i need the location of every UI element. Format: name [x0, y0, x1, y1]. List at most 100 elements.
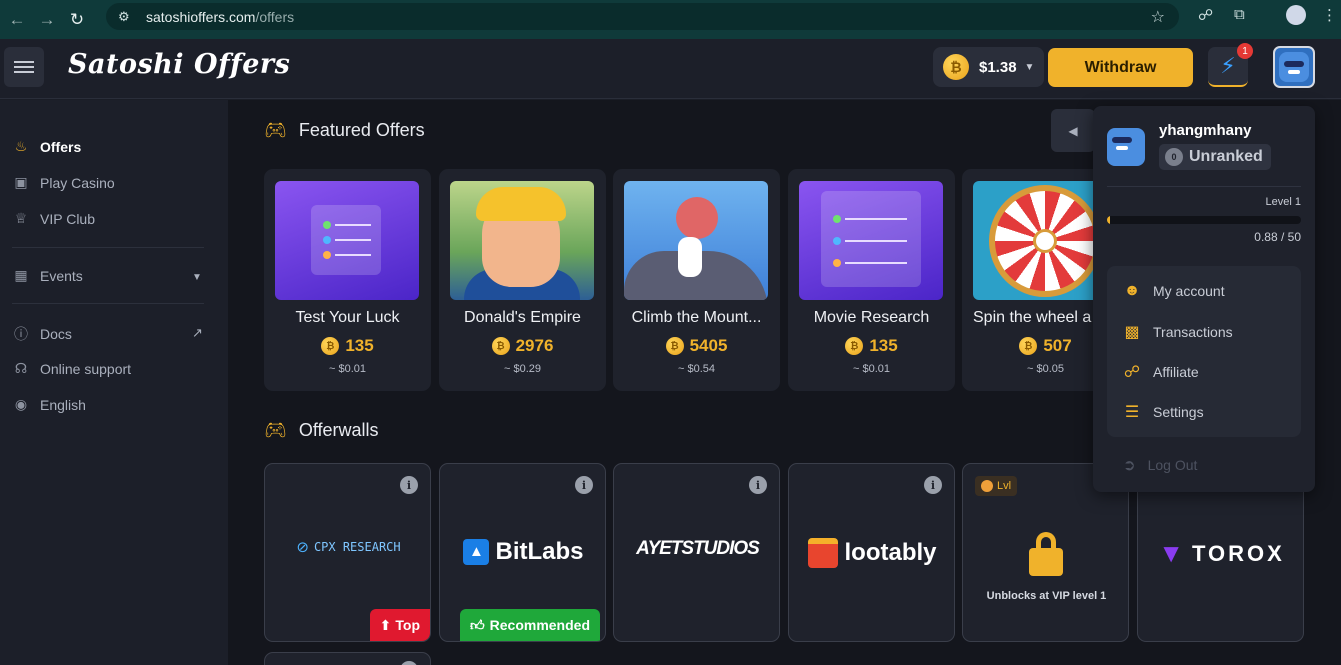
- lock-icon: [1029, 532, 1063, 576]
- menu-item-transactions[interactable]: ▩ Transactions: [1121, 322, 1232, 342]
- offer-image: [799, 181, 943, 300]
- sidebar-item-label: English: [40, 396, 86, 413]
- offer-usd-value: ~ $0.01: [852, 363, 890, 375]
- menu-item-affiliate[interactable]: ☍ Affiliate: [1121, 362, 1199, 382]
- sidebar-toggle-button[interactable]: [4, 47, 44, 87]
- boost-button[interactable]: ⚡ 1: [1208, 43, 1253, 87]
- rank-badge: 0 Unranked: [1159, 144, 1271, 170]
- top-tag: ⬆ Top: [369, 609, 430, 641]
- address-bar[interactable]: ⚙ satoshioffers.com/offers ☆: [106, 3, 1179, 30]
- offerwall-card-bitlabs[interactable]: i ▲ BitLabs 👍︎ Recommended: [439, 463, 606, 642]
- offerwall-card-lootably[interactable]: i lootably: [788, 463, 955, 642]
- sidebar-item-label: Offers: [40, 138, 82, 155]
- info-icon[interactable]: i: [400, 476, 418, 494]
- offerwall-card[interactable]: i: [264, 652, 431, 665]
- reload-button[interactable]: ↻: [64, 7, 90, 33]
- forward-button[interactable]: →: [34, 7, 60, 33]
- offer-image: [275, 181, 419, 300]
- sidebar-item-language[interactable]: ◉ English: [12, 396, 86, 413]
- menu-item-my-account[interactable]: ☻ My account: [1121, 282, 1225, 300]
- withdraw-button[interactable]: Withdraw: [1048, 48, 1193, 87]
- browser-profile-avatar[interactable]: [1286, 5, 1306, 25]
- offerwall-logo: ▲ BitLabs: [440, 538, 605, 566]
- gift-box-icon: [808, 538, 839, 568]
- bookmark-star-icon[interactable]: ☆: [1151, 7, 1165, 27]
- rank-icon: 0: [1165, 148, 1183, 166]
- arrow-up-circle-icon: ⬆: [379, 616, 392, 633]
- carousel-prev-button[interactable]: ◀: [1051, 109, 1095, 152]
- offer-name: Donald's Empire: [464, 309, 581, 326]
- profile-avatar-button[interactable]: [1273, 46, 1315, 88]
- site-settings-icon[interactable]: ⚙: [118, 9, 140, 25]
- sidebar-item-play-casino[interactable]: ▣ Play Casino: [12, 174, 115, 191]
- extension-link-icon[interactable]: ☍: [1198, 6, 1213, 24]
- offer-image: [624, 181, 768, 300]
- coin-icon: ₿: [845, 337, 864, 355]
- site-logo[interactable]: Satoshi Offers: [68, 49, 290, 80]
- extensions-puzzle-icon[interactable]: ⧉: [1234, 6, 1245, 23]
- chevron-left-icon: ◀: [1068, 123, 1078, 138]
- dropdown-divider: [1107, 186, 1301, 187]
- external-link-icon: ↗: [192, 325, 203, 340]
- coin-icon: ₿: [943, 54, 969, 80]
- gamepad-icon: 🎮︎: [264, 120, 287, 140]
- crown-icon: ♕: [14, 210, 28, 226]
- sidebar-item-label: Play Casino: [40, 174, 115, 191]
- sliders-icon: ☰: [1124, 404, 1140, 421]
- share-icon: ☍: [1123, 364, 1141, 381]
- offer-name: Test Your Luck: [295, 309, 400, 326]
- info-icon[interactable]: i: [749, 476, 767, 494]
- flame-icon: ♨: [14, 138, 28, 154]
- info-icon[interactable]: i: [575, 476, 593, 494]
- offer-usd-value: ~ $0.29: [503, 363, 541, 375]
- sidebar-item-label: Docs: [40, 326, 72, 342]
- offer-card[interactable]: Donald's Empire ₿ 2976 ~ $0.29: [439, 169, 606, 391]
- offerwall-logo: ⊘ CPX RESEARCH: [296, 539, 401, 556]
- sidebar: ♨ Offers ▣ Play Casino ♕ VIP Club ▦ Even…: [0, 100, 228, 665]
- sidebar-item-label: VIP Club: [40, 210, 95, 227]
- level-label: Level 1: [1265, 196, 1301, 208]
- globe-icon: ◉: [14, 396, 28, 412]
- coin-icon: ₿: [491, 337, 510, 355]
- menu-item-settings[interactable]: ☰ Settings: [1121, 402, 1204, 422]
- offer-usd-value: ~ $0.01: [328, 363, 366, 375]
- sidebar-item-docs[interactable]: ⓘ Docs: [12, 324, 72, 344]
- offer-card[interactable]: Test Your Luck ₿ 135 ~ $0.01: [264, 169, 431, 391]
- back-button[interactable]: ←: [4, 7, 30, 33]
- offer-card[interactable]: Climb the Mount... ₿ 5405 ~ $0.54: [613, 169, 780, 391]
- chevron-down-icon: ▼: [1024, 61, 1035, 73]
- offerwall-card-ayetstudios[interactable]: i AYETSTUDIOS: [613, 463, 780, 642]
- headset-icon: ☊: [14, 360, 28, 376]
- events-chevron-down-icon[interactable]: ▼: [192, 272, 202, 283]
- xp-progress-bar: [1107, 216, 1301, 224]
- sidebar-divider: [12, 303, 204, 304]
- user-icon: ☻: [1123, 282, 1141, 299]
- browser-menu-icon[interactable]: ⋮: [1322, 6, 1337, 24]
- sidebar-item-label: Online support: [40, 360, 132, 377]
- browser-toolbar: ← → ↻ ⚙ satoshioffers.com/offers ☆ ☍ ⧉ ⋮: [0, 0, 1341, 39]
- offer-card[interactable]: Movie Research ₿ 135 ~ $0.01: [788, 169, 955, 391]
- info-icon[interactable]: i: [924, 476, 942, 494]
- logout-button[interactable]: ➲ Log Out: [1123, 456, 1197, 474]
- collapse-menu-icon: [14, 58, 34, 76]
- info-icon[interactable]: i: [400, 661, 418, 665]
- coin-icon: ₿: [321, 337, 340, 355]
- notification-badge: 1: [1237, 43, 1253, 59]
- offerwall-logo: ▼ TOROX: [1158, 538, 1285, 568]
- offer-name: Movie Research: [813, 309, 930, 326]
- sidebar-item-events[interactable]: ▦ Events: [12, 267, 82, 284]
- offerwalls-heading: 🎮︎ Offerwalls: [264, 420, 379, 441]
- offerwall-logo: AYETSTUDIOS: [636, 538, 760, 559]
- avatar: [1279, 52, 1309, 82]
- sidebar-item-offers[interactable]: ♨ Offers: [12, 138, 82, 155]
- sidebar-item-online-support[interactable]: ☊ Online support: [12, 360, 131, 377]
- balance-selector[interactable]: ₿ $1.38 ▼: [933, 47, 1044, 87]
- vip-level-badge: Lvl: [975, 476, 1018, 496]
- sidebar-divider: [12, 247, 204, 248]
- avatar: [1107, 128, 1145, 166]
- sidebar-item-vip-club[interactable]: ♕ VIP Club: [12, 210, 95, 227]
- cpx-logo-icon: ⊘: [296, 539, 309, 556]
- offer-points: ₿ 5405: [613, 336, 780, 356]
- offerwall-card-cpx-research[interactable]: i ⊘ CPX RESEARCH ⬆ Top: [264, 463, 431, 642]
- offer-image: [450, 181, 594, 300]
